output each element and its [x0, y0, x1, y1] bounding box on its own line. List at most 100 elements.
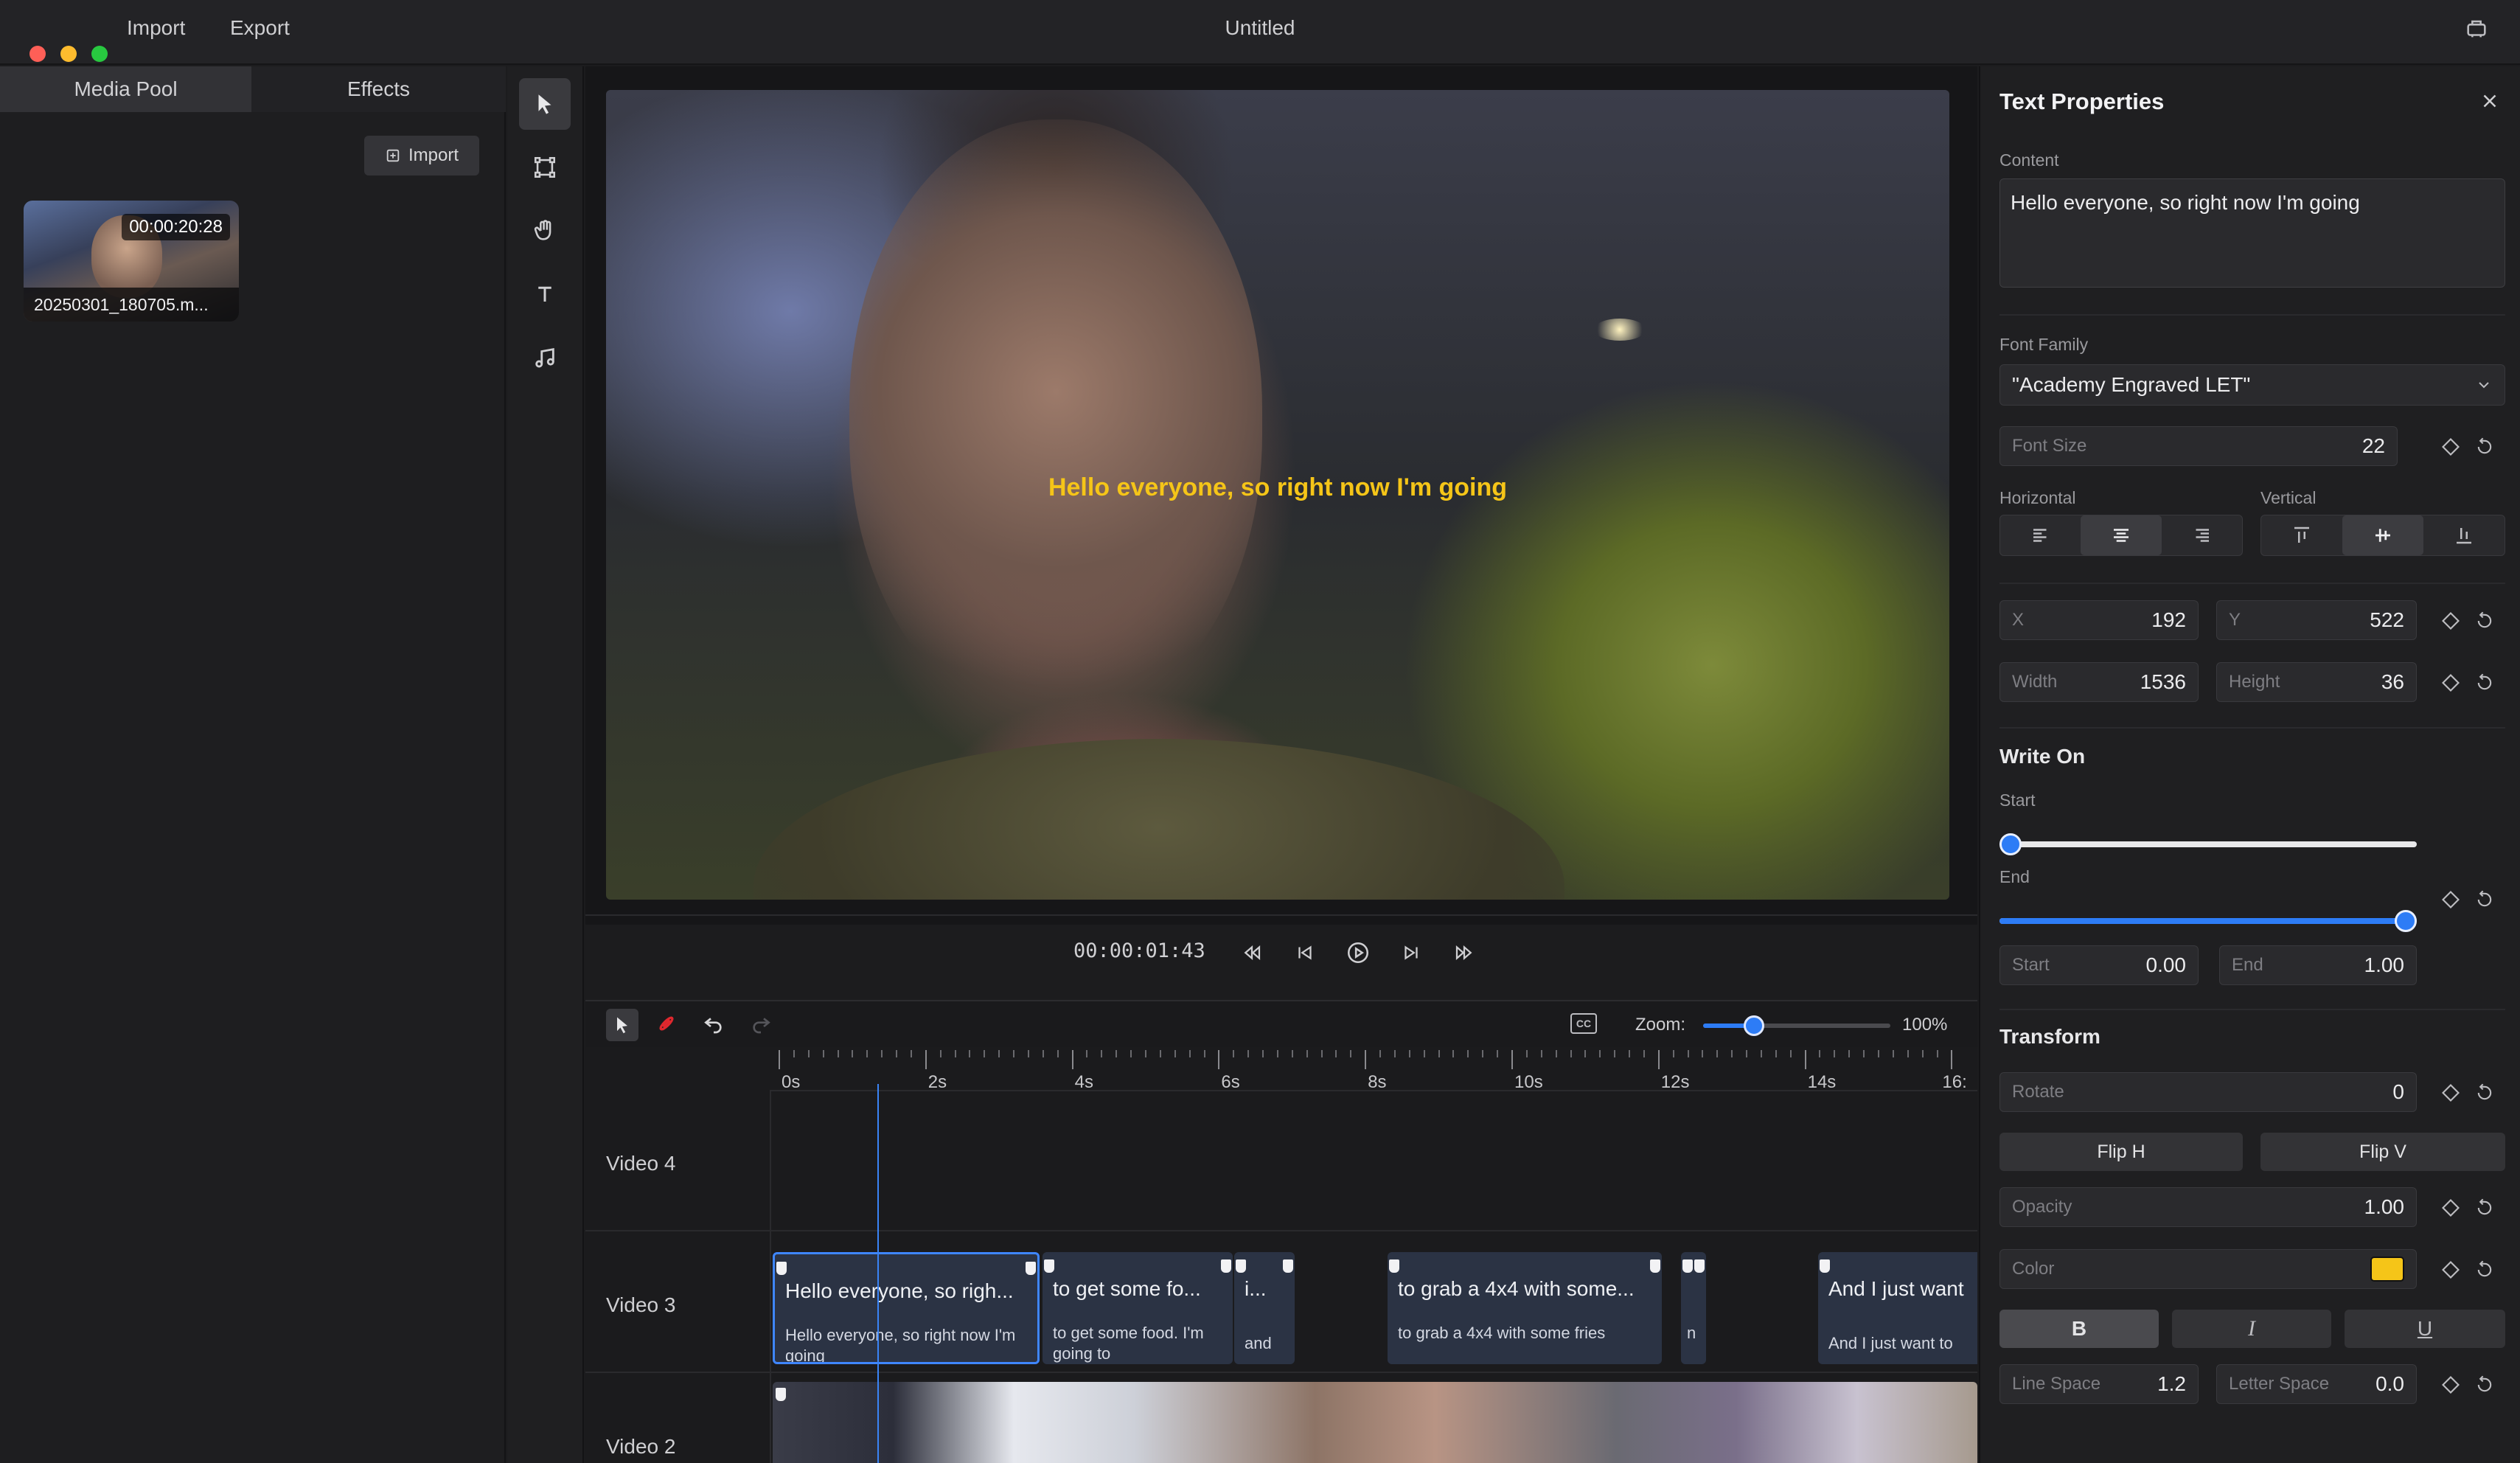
reset-icon[interactable] — [2473, 609, 2496, 633]
reset-icon[interactable] — [2473, 435, 2496, 459]
play-button[interactable] — [1343, 938, 1373, 967]
zoom-slider-knob[interactable] — [1743, 1015, 1764, 1036]
align-middle-button[interactable] — [2342, 515, 2423, 555]
ruler-tick — [1159, 1050, 1161, 1057]
render-settings-icon[interactable] — [2464, 16, 2489, 41]
ruler-tick — [1233, 1050, 1235, 1057]
razor-tool-button[interactable] — [653, 1010, 680, 1037]
keyframe-diamond-icon[interactable] — [2439, 1373, 2462, 1397]
window-maximize-button[interactable] — [91, 46, 108, 62]
text-clip[interactable]: Hello everyone, so righ... Hello everyon… — [773, 1252, 1040, 1364]
undo-button[interactable] — [702, 1012, 725, 1035]
align-top-button[interactable] — [2261, 515, 2342, 555]
align-right-button[interactable] — [2162, 515, 2242, 555]
text-tool-button[interactable] — [519, 268, 571, 320]
color-swatch[interactable] — [2370, 1257, 2404, 1282]
play-icon — [1346, 940, 1371, 965]
tab-effects[interactable]: Effects — [253, 66, 504, 112]
close-panel-button[interactable] — [2479, 90, 2501, 112]
go-to-end-button[interactable] — [1449, 938, 1479, 967]
write-on-start-field[interactable]: Start 0.00 — [1999, 945, 2199, 985]
color-field[interactable]: Color — [1999, 1249, 2417, 1289]
playhead[interactable] — [877, 1084, 879, 1463]
keyframe-diamond-icon[interactable] — [2439, 1258, 2462, 1282]
write-on-start-slider[interactable] — [1999, 833, 2417, 855]
x-position-field[interactable]: X 192 — [1999, 600, 2199, 640]
ruler-label: 0s — [782, 1072, 801, 1092]
step-back-button[interactable] — [1290, 938, 1320, 967]
reset-icon[interactable] — [2473, 888, 2496, 911]
window-close-button[interactable] — [29, 46, 46, 62]
align-bottom-button[interactable] — [2423, 515, 2505, 555]
flip-vertical-button[interactable]: Flip V — [2260, 1133, 2505, 1171]
keyframe-diamond-icon[interactable] — [2439, 671, 2462, 695]
x-value: 192 — [2151, 608, 2186, 631]
text-clip[interactable]: to get some fo... to get some food. I'm … — [1043, 1252, 1233, 1364]
align-left-button[interactable] — [2000, 515, 2081, 555]
align-middle-icon — [2372, 524, 2394, 546]
closed-captions-button[interactable]: CC — [1570, 1013, 1597, 1034]
line-space-field[interactable]: Line Space 1.2 — [1999, 1364, 2199, 1404]
import-media-button[interactable]: Import — [364, 136, 479, 176]
subtitle-overlay-text[interactable]: Hello everyone, so right now I'm going — [606, 473, 1949, 502]
audio-tool-button[interactable] — [519, 332, 571, 383]
ruler-tick — [1071, 1050, 1073, 1069]
letter-space-field[interactable]: Letter Space 0.0 — [2216, 1364, 2417, 1404]
font-size-field[interactable]: Font Size 22 — [1999, 426, 2398, 466]
rotate-field[interactable]: Rotate 0 — [1999, 1072, 2417, 1112]
write-on-end-field[interactable]: End 1.00 — [2219, 945, 2417, 985]
width-field[interactable]: Width 1536 — [1999, 662, 2199, 702]
zoom-slider[interactable] — [1703, 1015, 1890, 1036]
select-tool-button[interactable] — [519, 78, 571, 130]
tab-media-pool[interactable]: Media Pool — [0, 66, 251, 112]
ruler-label: 10s — [1514, 1072, 1543, 1092]
slider-knob[interactable] — [1999, 833, 2022, 855]
flip-horizontal-button[interactable]: Flip H — [1999, 1133, 2243, 1171]
reset-icon[interactable] — [2473, 1258, 2496, 1282]
opacity-value: 1.00 — [2364, 1195, 2405, 1218]
keyframe-diamond-icon[interactable] — [2439, 435, 2462, 459]
height-value: 36 — [2381, 670, 2404, 693]
text-clip[interactable]: to grab a 4x4 with some... to grab a 4x4… — [1388, 1252, 1662, 1364]
write-on-end-slider[interactable] — [1999, 910, 2417, 932]
align-center-button[interactable] — [2081, 515, 2162, 555]
slider-fill — [1999, 918, 2417, 924]
transform-tool-button[interactable] — [519, 142, 571, 193]
ruler-tick — [998, 1050, 1000, 1057]
height-field[interactable]: Height 36 — [2216, 662, 2417, 702]
keyframe-diamond-icon[interactable] — [2439, 609, 2462, 633]
keyframe-diamond-icon[interactable] — [2439, 1196, 2462, 1220]
undo-icon — [702, 1012, 725, 1035]
ruler-tick — [1936, 1050, 1938, 1057]
slider-knob[interactable] — [2395, 910, 2417, 932]
video-preview[interactable]: Hello everyone, so right now I'm going — [606, 90, 1949, 900]
timeline-select-button[interactable] — [606, 1009, 638, 1041]
reset-icon[interactable] — [2473, 671, 2496, 695]
text-clip[interactable]: And I just want And I just want to — [1818, 1252, 1977, 1364]
redo-button[interactable] — [749, 1012, 773, 1035]
time-ruler[interactable]: 0s 2s 4s 6s 8s 10s 12s 14s 16: — [770, 1047, 1977, 1092]
text-clip[interactable]: n — [1681, 1252, 1706, 1364]
window-minimize-button[interactable] — [60, 46, 77, 62]
keyframe-diamond-icon[interactable] — [2439, 888, 2462, 911]
reset-icon[interactable] — [2473, 1196, 2496, 1220]
hand-tool-button[interactable] — [519, 205, 571, 257]
font-family-select[interactable]: "Academy Engraved LET" — [1999, 364, 2505, 406]
divider — [1999, 1009, 2505, 1010]
underline-button[interactable]: U — [2345, 1310, 2505, 1348]
media-clip-thumbnail[interactable]: 00:00:20:28 20250301_180705.m... — [24, 201, 239, 322]
text-clip[interactable]: i... and — [1234, 1252, 1295, 1364]
ruler-tick — [1702, 1050, 1704, 1057]
y-position-field[interactable]: Y 522 — [2216, 600, 2417, 640]
reset-icon[interactable] — [2473, 1081, 2496, 1105]
step-forward-button[interactable] — [1396, 938, 1426, 967]
video-clip[interactable] — [773, 1382, 1977, 1463]
opacity-field[interactable]: Opacity 1.00 — [1999, 1187, 2417, 1227]
go-to-start-button[interactable] — [1237, 938, 1267, 967]
reset-icon[interactable] — [2473, 1373, 2496, 1397]
italic-button[interactable]: I — [2172, 1310, 2331, 1348]
content-textarea[interactable]: Hello everyone, so right now I'm going — [1999, 178, 2505, 288]
y-label: Y — [2229, 610, 2241, 630]
bold-button[interactable]: B — [1999, 1310, 2159, 1348]
keyframe-diamond-icon[interactable] — [2439, 1081, 2462, 1105]
